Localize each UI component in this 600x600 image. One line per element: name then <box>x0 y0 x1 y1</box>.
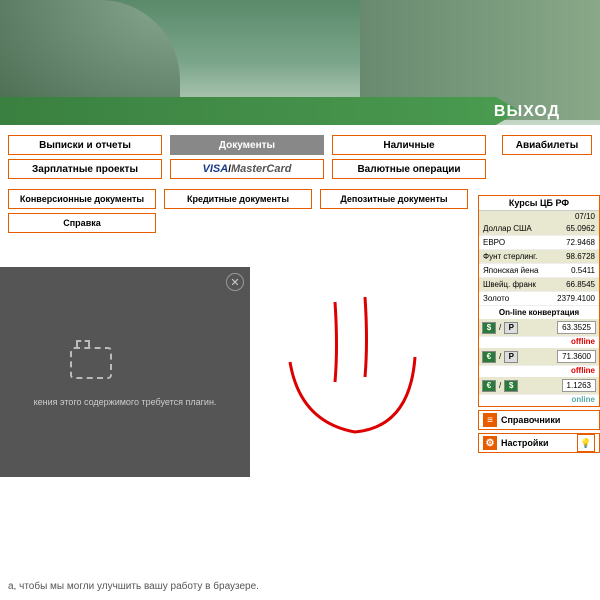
nav-statements[interactable]: Выписки и отчеты <box>8 135 162 155</box>
rate-row: Швейц. франк66.8545 <box>479 278 599 292</box>
rate-row: Фунт стерлинг.98.6728 <box>479 250 599 264</box>
gear-icon: ⚙ <box>483 436 497 450</box>
header-banner: ВЫХОД <box>0 0 600 125</box>
nav-cash[interactable]: Наличные <box>332 135 486 155</box>
rates-date: 07/10 <box>479 211 599 222</box>
nav-airtickets[interactable]: Авиабилеты <box>502 135 592 155</box>
rate-row: Золото2379.4100 <box>479 292 599 306</box>
subnav-help[interactable]: Справка <box>8 213 156 233</box>
rate-row: Доллар США65.0962 <box>479 222 599 236</box>
conversion-row: €/$1.1263 <box>479 377 599 395</box>
subnav-credit[interactable]: Кредитные документы <box>164 189 312 209</box>
rate-row: Японская йена0.5411 <box>479 264 599 278</box>
hint-icon[interactable]: 💡 <box>577 434 595 452</box>
plugin-icon <box>70 347 112 379</box>
conversion-row: €/Р71.3600 <box>479 348 599 366</box>
nav-salary[interactable]: Зарплатные проекты <box>8 159 162 179</box>
plugin-placeholder: ✕ кения этого содержимого требуется плаг… <box>0 267 250 477</box>
settings-button[interactable]: ⚙ Настройки 💡 <box>478 433 600 453</box>
conversion-row: $/Р63.3525 <box>479 319 599 337</box>
nav-documents[interactable]: Документы <box>170 135 324 155</box>
book-icon: ≡ <box>483 413 497 427</box>
nav-currency-ops[interactable]: Валютные операции <box>332 159 486 179</box>
main-nav: Выписки и отчеты Документы Наличные Авиа… <box>0 125 600 189</box>
close-icon[interactable]: ✕ <box>226 273 244 291</box>
footer-hint: а, чтобы мы могли улучшить вашу работу в… <box>8 581 259 592</box>
plugin-message: кения этого содержимого требуется плагин… <box>0 397 250 407</box>
rates-title: Курсы ЦБ РФ <box>479 196 599 211</box>
online-conv-title: On-line конвертация <box>479 306 599 319</box>
exit-button[interactable]: ВЫХОД <box>494 103 560 121</box>
references-button[interactable]: ≡ Справочники <box>478 410 600 430</box>
sidebar: Курсы ЦБ РФ 07/10 Доллар США65.0962ЕВРО7… <box>478 195 600 453</box>
cbr-rates-widget: Курсы ЦБ РФ 07/10 Доллар США65.0962ЕВРО7… <box>478 195 600 407</box>
rate-row: ЕВРО72.9468 <box>479 236 599 250</box>
nav-visa-mastercard[interactable]: VISA / MasterCard <box>170 159 324 179</box>
user-drawing <box>260 267 470 467</box>
subnav-conversion[interactable]: Конверсионные документы <box>8 189 156 209</box>
subnav-deposit[interactable]: Депозитные документы <box>320 189 468 209</box>
